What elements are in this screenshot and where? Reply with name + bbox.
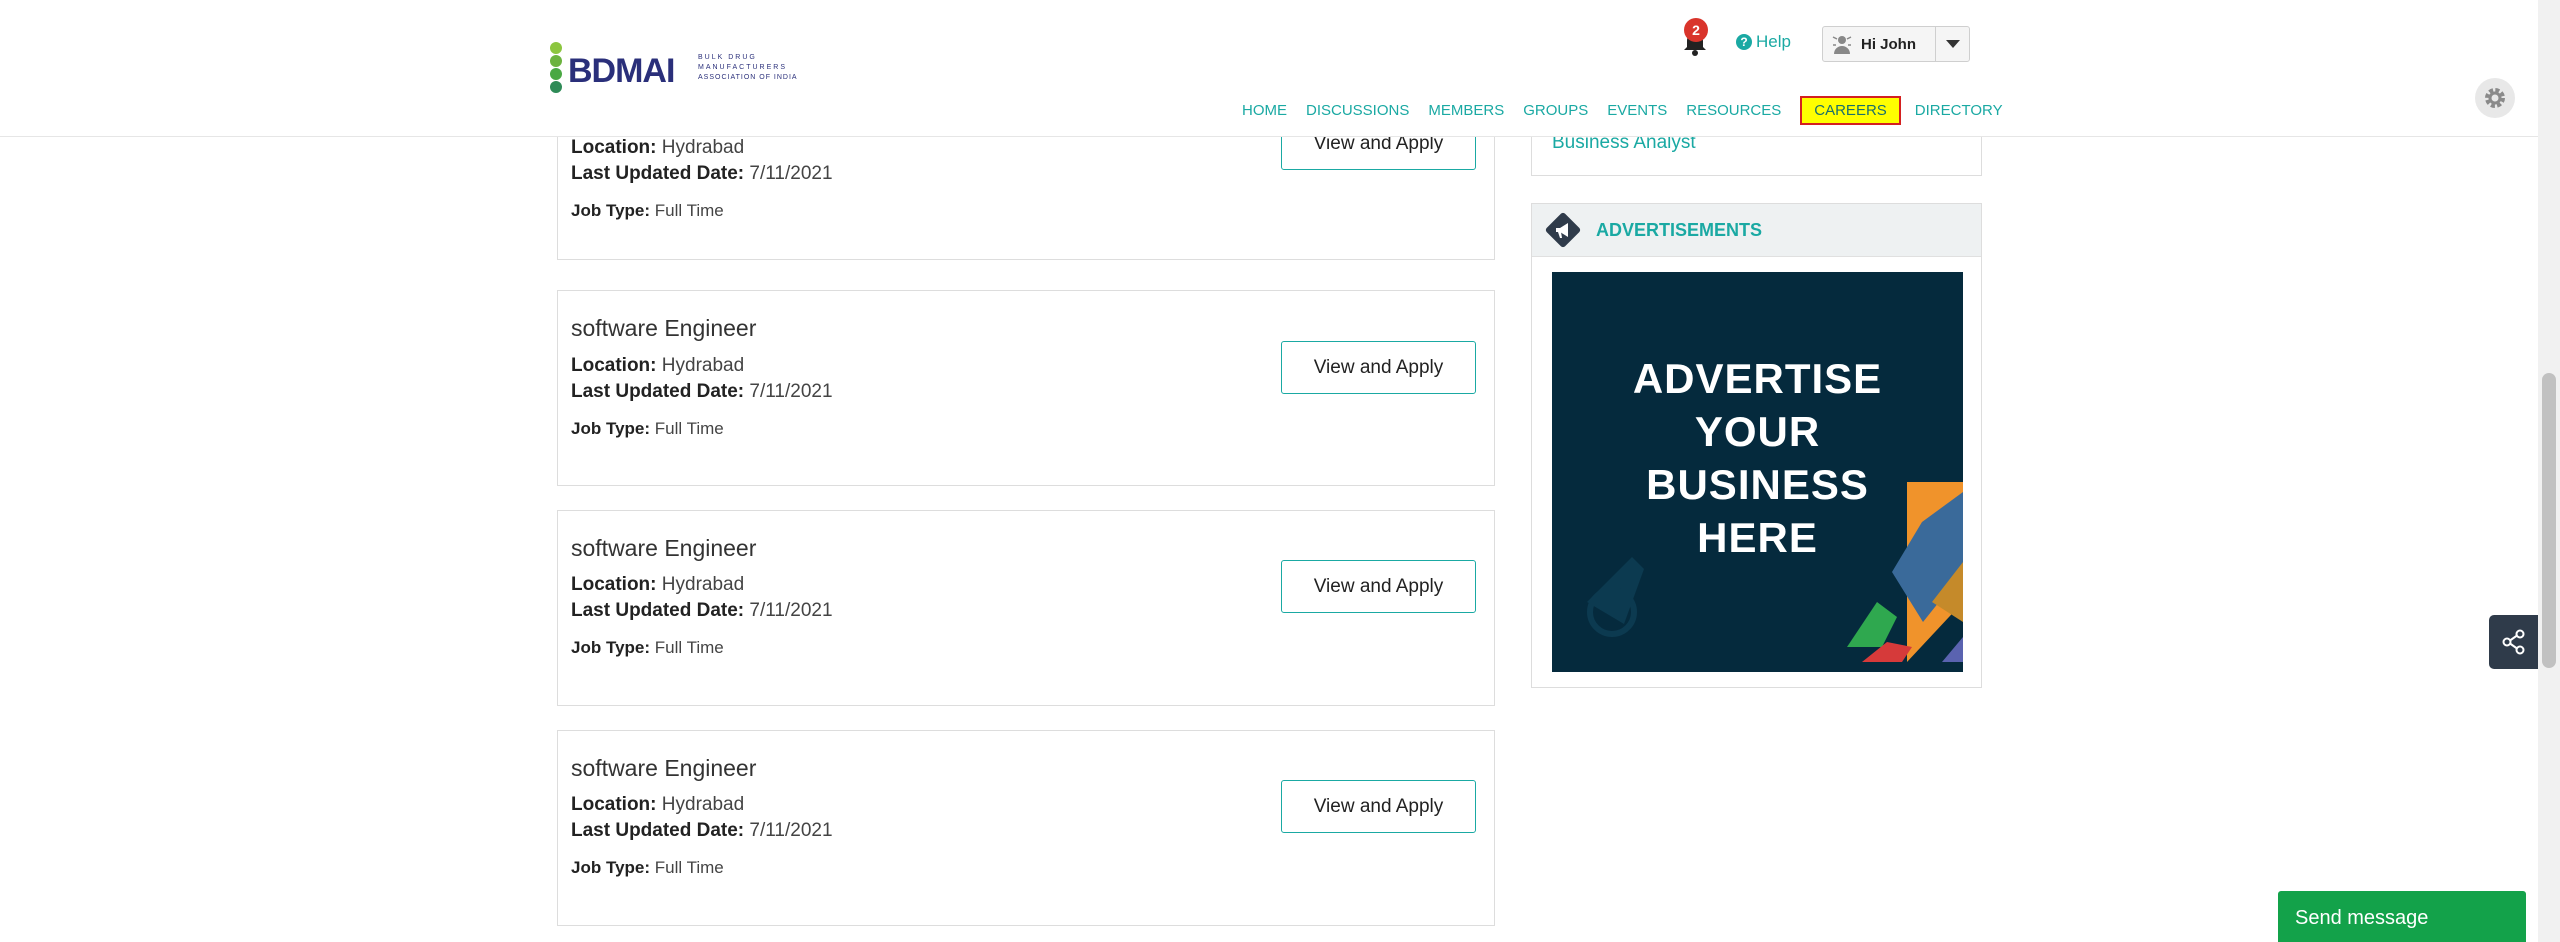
- svg-text:ASSOCIATION OF INDIA: ASSOCIATION OF INDIA: [698, 74, 798, 81]
- notification-count-badge: 2: [1684, 18, 1708, 42]
- job-last-updated: Last Updated Date: 7/11/2021: [571, 381, 833, 402]
- nav-members[interactable]: MEMBERS: [1428, 102, 1504, 119]
- nav-groups[interactable]: GROUPS: [1523, 102, 1588, 119]
- notification-bell[interactable]: 2: [1681, 18, 1709, 56]
- user-menu-dropdown-icon[interactable]: [1935, 27, 1969, 61]
- user-menu[interactable]: Hi John: [1822, 26, 1970, 62]
- megaphone-icon: [1542, 209, 1584, 251]
- advertisements-title: ADVERTISEMENTS: [1596, 219, 1763, 240]
- nav-home[interactable]: HOME: [1242, 102, 1287, 119]
- job-title[interactable]: software Engineer: [571, 535, 756, 562]
- nav-careers[interactable]: CAREERS: [1800, 96, 1901, 125]
- user-avatar-icon: [1829, 31, 1855, 57]
- job-last-updated: Last Updated Date: 7/11/2021: [571, 820, 833, 841]
- question-circle-icon: ?: [1736, 34, 1752, 50]
- nav-discussions[interactable]: DISCUSSIONS: [1306, 102, 1409, 119]
- scrollbar-thumb[interactable]: [2542, 373, 2556, 668]
- svg-text:MANUFACTURERS: MANUFACTURERS: [698, 64, 787, 71]
- svg-text:BDMAI: BDMAI: [568, 52, 674, 90]
- share-button[interactable]: [2489, 615, 2539, 669]
- ad-banner-text: ADVERTISE YOUR BUSINESS HERE: [1632, 355, 1883, 561]
- job-location: Location: Hydrabad: [571, 137, 745, 158]
- view-and-apply-button[interactable]: View and Apply: [1281, 560, 1476, 613]
- help-label: Help: [1756, 32, 1791, 51]
- settings-gear-button[interactable]: [2475, 78, 2515, 118]
- nav-directory[interactable]: DIRECTORY: [1915, 102, 2003, 119]
- send-message-button[interactable]: Send message: [2278, 891, 2526, 942]
- user-greeting: Hi John: [1861, 35, 1916, 53]
- advertisements-header: ADVERTISEMENTS: [1532, 204, 1981, 257]
- job-last-updated: Last Updated Date: 7/11/2021: [571, 163, 833, 184]
- job-title[interactable]: software Engineer: [571, 315, 756, 342]
- advertisements-panel: ADVERTISEMENTS ADVERTISE YOUR BUSINESS H…: [1531, 203, 1982, 688]
- nav-events[interactable]: EVENTS: [1607, 102, 1667, 119]
- svg-text:BULK DRUG: BULK DRUG: [698, 54, 757, 61]
- gear-icon: [2485, 88, 2505, 108]
- page: BDMAI BULK DRUG MANUFACTURERS ASSOCIATIO…: [0, 0, 2560, 942]
- job-title[interactable]: software Engineer: [571, 755, 756, 782]
- help-link[interactable]: ? Help: [1736, 32, 1791, 52]
- share-icon: [2502, 629, 2525, 655]
- job-location: Location: Hydrabad: [571, 355, 745, 376]
- job-card: software Engineer Location: Hydrabad Las…: [557, 730, 1495, 926]
- site-header: BDMAI BULK DRUG MANUFACTURERS ASSOCIATIO…: [0, 0, 2538, 137]
- job-card: software Engineer Location: Hydrabad Las…: [557, 290, 1495, 486]
- main-nav: HOME DISCUSSIONS MEMBERS GROUPS EVENTS R…: [1242, 96, 2022, 125]
- page-scrollbar[interactable]: [2538, 0, 2560, 942]
- bdmai-logo[interactable]: BDMAI BULK DRUG MANUFACTURERS ASSOCIATIO…: [546, 42, 816, 94]
- view-and-apply-button[interactable]: View and Apply: [1281, 341, 1476, 394]
- job-type: Job Type: Full Time: [571, 638, 724, 657]
- nav-resources[interactable]: RESOURCES: [1686, 102, 1781, 119]
- job-location: Location: Hydrabad: [571, 794, 745, 815]
- job-last-updated: Last Updated Date: 7/11/2021: [571, 600, 833, 621]
- job-card: software Engineer Location: Hydrabad Las…: [557, 510, 1495, 706]
- view-and-apply-button[interactable]: View and Apply: [1281, 780, 1476, 833]
- job-location: Location: Hydrabad: [571, 574, 745, 595]
- job-type: Job Type: Full Time: [571, 201, 724, 220]
- job-type: Job Type: Full Time: [571, 419, 724, 438]
- job-type: Job Type: Full Time: [571, 858, 724, 877]
- ad-banner[interactable]: ADVERTISE YOUR BUSINESS HERE: [1552, 272, 1963, 672]
